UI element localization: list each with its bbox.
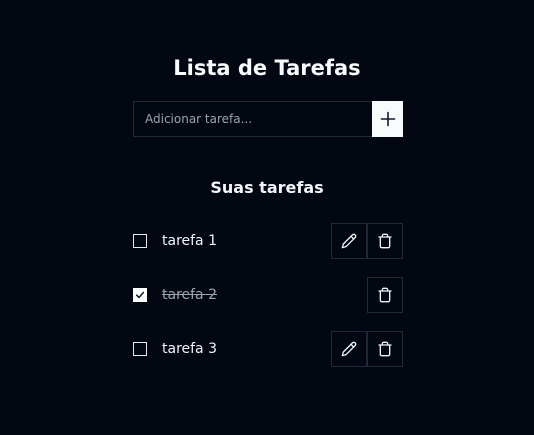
page-title: Lista de Tarefas	[173, 56, 361, 80]
delete-task-button[interactable]	[367, 331, 403, 367]
task-label: tarefa 1	[162, 233, 217, 249]
add-task-input[interactable]	[133, 101, 372, 137]
plus-icon	[380, 111, 396, 127]
task-item: tarefa 3	[133, 331, 403, 367]
task-label: tarefa 3	[162, 341, 217, 357]
task-item: tarefa 2	[133, 277, 403, 313]
pencil-icon	[341, 341, 357, 357]
trash-icon	[377, 341, 393, 357]
delete-task-button[interactable]	[367, 277, 403, 313]
task-checkbox[interactable]	[133, 342, 147, 356]
add-task-form	[133, 101, 403, 137]
tasks-heading: Suas tarefas	[210, 178, 324, 197]
todo-app: Lista de Tarefas Suas tarefas tarefa 1	[0, 0, 534, 435]
task-label: tarefa 2	[162, 287, 217, 303]
pencil-icon	[341, 233, 357, 249]
edit-task-button[interactable]	[331, 223, 367, 259]
trash-icon	[377, 287, 393, 303]
check-icon	[135, 290, 145, 300]
add-task-button[interactable]	[372, 101, 403, 137]
task-checkbox[interactable]	[133, 288, 147, 302]
trash-icon	[377, 233, 393, 249]
delete-task-button[interactable]	[367, 223, 403, 259]
task-checkbox[interactable]	[133, 234, 147, 248]
task-item: tarefa 1	[133, 223, 403, 259]
edit-task-button[interactable]	[331, 331, 367, 367]
